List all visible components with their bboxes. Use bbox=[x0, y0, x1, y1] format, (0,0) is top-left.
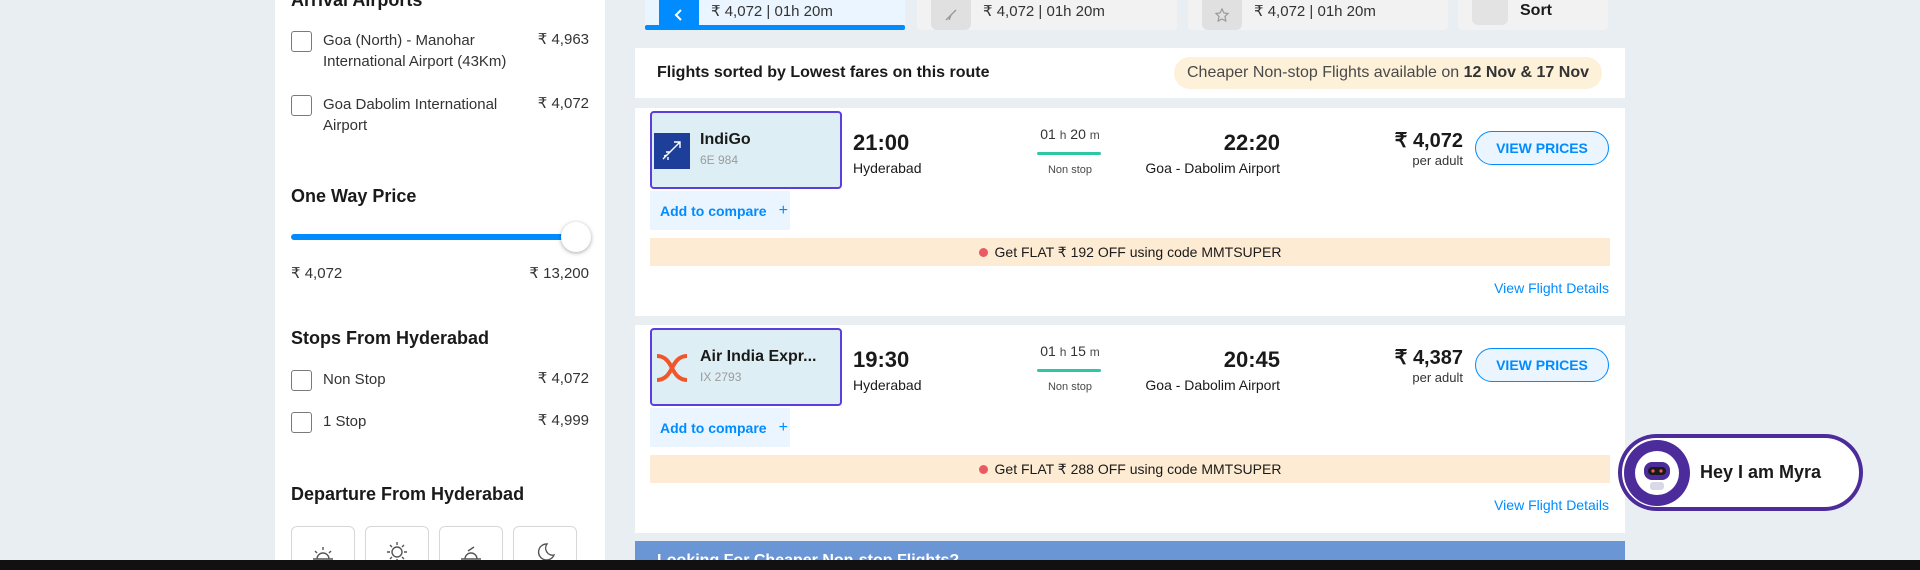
arrival-city: Goa - Dabolim Airport bbox=[1145, 377, 1280, 393]
filter-label: Goa (North) - Manohar International Airp… bbox=[323, 32, 507, 70]
hours-unit: h bbox=[1059, 128, 1067, 142]
date-tab-fare: ₹ 4,072 | 01h 20m bbox=[983, 3, 1105, 20]
filters-sidebar: Arrival Airports Goa (North) - Manohar I… bbox=[275, 0, 605, 570]
departure-city: Hyderabad bbox=[853, 160, 922, 176]
sort-title: Flights sorted by Lowest fares on this r… bbox=[657, 64, 990, 81]
date-tab-fare: ₹ 4,072 | 01h 20m bbox=[1254, 3, 1376, 20]
offer-dot-icon bbox=[978, 247, 988, 257]
filter-stop-non-stop[interactable]: Non Stop ₹ 4,072 bbox=[291, 369, 589, 391]
myra-chat-button[interactable]: Hey I am Myra bbox=[1618, 434, 1863, 511]
duration-line bbox=[1037, 369, 1101, 372]
airline-info[interactable]: Air India Expr... IX 2793 bbox=[650, 328, 842, 406]
star-icon bbox=[1202, 0, 1242, 30]
filter-arrival-goa-dabolim[interactable]: Goa Dabolim International Airport ₹ 4,07… bbox=[291, 94, 589, 136]
departure-time: 21:00 bbox=[853, 130, 910, 155]
per-adult-label: per adult bbox=[1412, 370, 1463, 385]
airline-info[interactable]: IndiGo 6E 984 bbox=[650, 111, 842, 189]
checkbox[interactable] bbox=[291, 95, 312, 116]
sort-header: Flights sorted by Lowest fares on this r… bbox=[635, 48, 1625, 98]
departure-time: 19:30 bbox=[853, 347, 910, 372]
duration-minutes: 15 bbox=[1070, 343, 1086, 359]
sort-label: Sort bbox=[1520, 2, 1552, 19]
departure-city: Hyderabad bbox=[853, 377, 922, 393]
duration-hours: 01 bbox=[1040, 126, 1056, 142]
myra-bot-avatar-icon bbox=[1624, 439, 1690, 506]
view-flight-details-link[interactable]: View Flight Details bbox=[1494, 497, 1609, 513]
offer-text: Get FLAT ₹ 192 OFF using code MMTSUPER bbox=[994, 243, 1282, 260]
filter-stop-1-stop[interactable]: 1 Stop ₹ 4,999 bbox=[291, 411, 589, 433]
filter-price: ₹ 4,999 bbox=[537, 412, 589, 429]
plane-icon bbox=[931, 0, 971, 30]
per-adult-label: per adult bbox=[1412, 153, 1463, 168]
sort-button[interactable]: Sort bbox=[1458, 0, 1608, 30]
duration-line bbox=[1037, 152, 1101, 155]
stops-info: Non stop bbox=[1047, 164, 1093, 176]
view-prices-button[interactable]: VIEW PRICES bbox=[1475, 131, 1609, 165]
arrival-airports-title: Arrival Airports bbox=[291, 0, 423, 10]
pill-text: Cheaper Non-stop Flights available on bbox=[1187, 64, 1464, 81]
offer-banner: Get FLAT ₹ 288 OFF using code MMTSUPER bbox=[650, 455, 1610, 483]
arrival-time: 20:45 bbox=[1223, 347, 1280, 372]
air-india-express-logo-icon bbox=[654, 350, 690, 386]
flight-code: IX 2793 bbox=[700, 370, 742, 384]
price-slider-track[interactable] bbox=[291, 234, 581, 240]
view-flight-details-link[interactable]: View Flight Details bbox=[1494, 280, 1609, 296]
add-to-compare-button[interactable]: Add to compare + bbox=[650, 408, 790, 447]
airline-name: Air India Expr... bbox=[700, 348, 817, 365]
flight-duration: 01 h 20 m bbox=[1035, 126, 1105, 142]
compare-label: Add to compare bbox=[660, 202, 767, 219]
date-tab-fare: ₹ 4,072 | 01h 20m bbox=[711, 3, 833, 20]
one-way-price-title: One Way Price bbox=[291, 186, 417, 206]
arrival-city: Goa - Dabolim Airport bbox=[1145, 160, 1280, 176]
flight-code: 6E 984 bbox=[700, 153, 739, 167]
minutes-unit: m bbox=[1089, 128, 1100, 142]
stops-info: Non stop bbox=[1047, 381, 1093, 393]
checkbox[interactable] bbox=[291, 370, 312, 391]
stops-title: Stops From Hyderabad bbox=[291, 328, 490, 348]
plus-icon: + bbox=[778, 418, 788, 436]
checkbox[interactable] bbox=[291, 31, 312, 52]
duration-hours: 01 bbox=[1040, 343, 1056, 359]
results-panel: ₹ 4,072 | 01h 20m ₹ 4,072 | 01h 20m ₹ 4,… bbox=[635, 0, 1625, 570]
myra-greeting: Hey I am Myra bbox=[1700, 462, 1822, 482]
filter-price: ₹ 4,072 bbox=[537, 95, 589, 112]
window-bottom-bar bbox=[0, 560, 1920, 570]
date-tab-2[interactable]: ₹ 4,072 | 01h 20m bbox=[917, 0, 1177, 30]
minutes-unit: m bbox=[1089, 345, 1100, 359]
filter-price: ₹ 4,072 bbox=[537, 370, 589, 387]
departure-title: Departure From Hyderabad bbox=[291, 484, 525, 504]
indigo-logo-icon bbox=[654, 133, 690, 169]
flight-card: Air India Expr... IX 2793 Add to compare… bbox=[635, 325, 1625, 533]
sort-icon bbox=[1472, 0, 1508, 25]
flight-duration: 01 h 15 m bbox=[1035, 343, 1105, 359]
offer-text: Get FLAT ₹ 288 OFF using code MMTSUPER bbox=[994, 460, 1282, 477]
filter-label: Non Stop bbox=[323, 371, 386, 388]
view-prices-button[interactable]: VIEW PRICES bbox=[1475, 348, 1609, 382]
airline-name: IndiGo bbox=[700, 131, 751, 148]
fare-price: ₹ 4,072 bbox=[1394, 130, 1463, 152]
compare-label: Add to compare bbox=[660, 419, 767, 436]
price-slider-handle[interactable] bbox=[561, 222, 591, 252]
cheaper-flights-pill[interactable]: Cheaper Non-stop Flights available on 12… bbox=[1174, 57, 1602, 89]
offer-dot-icon bbox=[978, 464, 988, 474]
offer-banner: Get FLAT ₹ 192 OFF using code MMTSUPER bbox=[650, 238, 1610, 266]
fare-price: ₹ 4,387 bbox=[1394, 347, 1463, 369]
checkbox[interactable] bbox=[291, 412, 312, 433]
price-range-min: ₹ 4,072 bbox=[291, 265, 343, 282]
hours-unit: h bbox=[1059, 345, 1067, 359]
plus-icon: + bbox=[778, 201, 788, 219]
date-tab-3[interactable]: ₹ 4,072 | 01h 20m bbox=[1188, 0, 1448, 30]
price-range-max: ₹ 13,200 bbox=[529, 265, 589, 282]
filter-arrival-goa-north[interactable]: Goa (North) - Manohar International Airp… bbox=[291, 30, 589, 72]
duration-minutes: 20 bbox=[1070, 126, 1086, 142]
pill-dates: 12 Nov & 17 Nov bbox=[1463, 64, 1589, 81]
filter-price: ₹ 4,963 bbox=[537, 31, 589, 48]
filter-label: 1 Stop bbox=[323, 413, 367, 430]
flight-card: IndiGo 6E 984 Add to compare + 21:00 Hyde… bbox=[635, 108, 1625, 316]
add-to-compare-button[interactable]: Add to compare + bbox=[650, 191, 790, 230]
filter-label: Goa Dabolim International Airport bbox=[323, 96, 498, 134]
arrival-time: 22:20 bbox=[1223, 130, 1280, 155]
active-tab-indicator bbox=[645, 25, 905, 30]
